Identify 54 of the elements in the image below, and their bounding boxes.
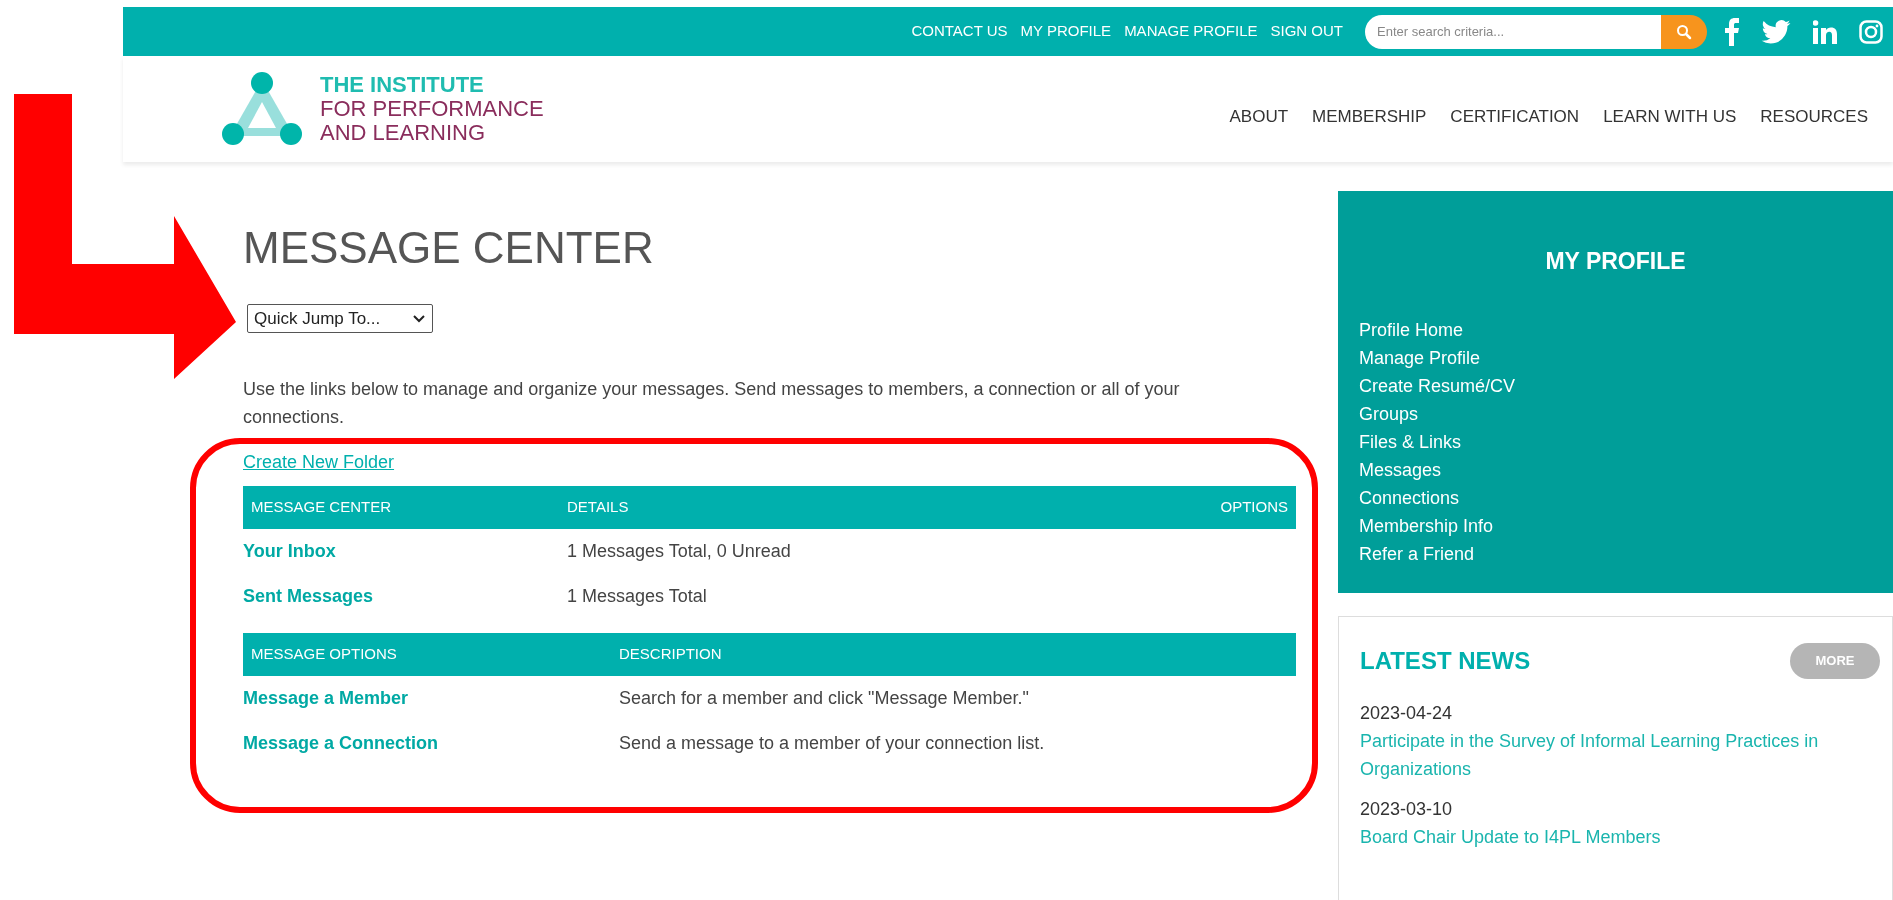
sidebar-link[interactable]: Profile Home <box>1359 315 1464 344</box>
main-nav-link[interactable]: MEMBERSHIP <box>1312 104 1427 130</box>
panel-title: MY PROFILE <box>1544 247 1687 276</box>
twitter-icon[interactable] <box>1761 19 1791 44</box>
column-header: DESCRIPTION <box>619 644 723 665</box>
logo-text: FOR PERFORMANCE <box>320 97 544 121</box>
linkedin-icon[interactable] <box>1813 19 1837 44</box>
sidebar-link[interactable]: Messages <box>1359 455 1442 484</box>
top-nav-link[interactable]: CONTACT US <box>911 20 1008 43</box>
sidebar-link[interactable]: Manage Profile <box>1359 343 1481 372</box>
folder-link[interactable]: Sent Messages <box>243 583 374 610</box>
column-header: DETAILS <box>567 497 630 518</box>
main-nav-link[interactable]: RESOURCES <box>1760 104 1868 130</box>
quick-jump-select[interactable]: Quick Jump To... <box>247 304 433 333</box>
search-icon <box>1676 23 1692 40</box>
intro-text: Use the links below to manage and organize your messages. Send messages to members, a connection or all of your connections. <box>243 378 1181 429</box>
main-nav-link[interactable]: ABOUT <box>1229 104 1289 130</box>
logo-text: THE INSTITUTE <box>320 73 485 97</box>
create-folder-link[interactable]: Create New Folder <box>243 449 395 476</box>
page-title: MESSAGE CENTER <box>243 226 655 270</box>
column-header: MESSAGE CENTER <box>251 497 393 518</box>
table-cell-text: Send a message to a member of your connection list. <box>619 732 1045 755</box>
news-date: 2023-03-10 <box>1360 798 1454 821</box>
panel-title: LATEST NEWS <box>1360 646 1531 676</box>
column-header: OPTIONS <box>1220 497 1288 518</box>
table-cell-text: Search for a member and click "Message Member." <box>619 687 1029 710</box>
news-date: 2023-04-24 <box>1360 702 1454 725</box>
search-field[interactable]: Enter search criteria... <box>1365 14 1661 49</box>
facebook-icon[interactable] <box>1725 17 1739 46</box>
instagram-icon[interactable] <box>1859 19 1883 44</box>
sidebar-link[interactable]: Files & Links <box>1359 427 1462 456</box>
top-nav-link[interactable]: MANAGE PROFILE <box>1124 20 1258 43</box>
sidebar-link[interactable]: Refer a Friend <box>1359 539 1475 568</box>
sidebar-link[interactable]: Connections <box>1359 483 1460 512</box>
table-cell-text: 1 Messages Total <box>567 585 707 608</box>
sidebar-link[interactable]: Create Resumé/CV <box>1359 371 1516 400</box>
column-header: MESSAGE OPTIONS <box>251 644 398 665</box>
logo-icon <box>222 72 302 146</box>
main-nav-link[interactable]: LEARN WITH US <box>1603 104 1737 130</box>
table-cell-text: 1 Messages Total, 0 Unread <box>567 540 791 563</box>
sidebar-link[interactable]: Groups <box>1359 399 1419 428</box>
search-button[interactable] <box>1661 14 1707 49</box>
news-link[interactable]: Participate in the Survey of Informal Learning Practices in Organizations <box>1360 727 1880 783</box>
option-link[interactable]: Message a Connection <box>243 730 439 757</box>
logo-text: AND LEARNING <box>320 121 487 145</box>
top-nav-link[interactable]: SIGN OUT <box>1270 20 1343 43</box>
news-link[interactable]: Board Chair Update to I4PL Members <box>1360 823 1880 851</box>
main-nav-link[interactable]: CERTIFICATION <box>1450 104 1580 130</box>
more-button[interactable]: MORE <box>1790 643 1880 679</box>
chevron-icon <box>412 314 426 323</box>
sidebar-link[interactable]: Membership Info <box>1359 511 1494 540</box>
option-link[interactable]: Message a Member <box>243 685 409 712</box>
folder-link[interactable]: Your Inbox <box>243 538 336 565</box>
top-nav-link[interactable]: MY PROFILE <box>1020 20 1112 43</box>
